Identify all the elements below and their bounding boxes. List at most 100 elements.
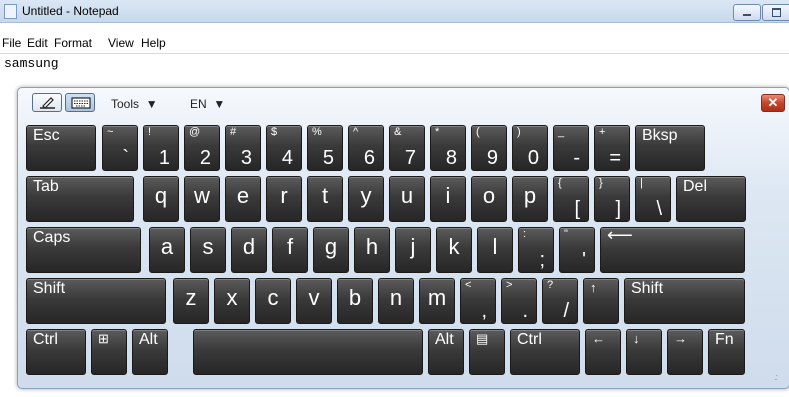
key-label: Tab xyxy=(33,178,59,195)
key-a[interactable]: a xyxy=(149,227,185,273)
key-d[interactable]: d xyxy=(231,227,267,273)
key-fn[interactable]: Fn xyxy=(708,329,745,375)
key-alt[interactable]: Alt xyxy=(428,329,464,375)
key-equals[interactable]: + = xyxy=(594,125,630,171)
key-period[interactable]: >. xyxy=(501,278,537,324)
key-windows[interactable]: ⊞ xyxy=(91,329,127,375)
key-ctrl[interactable]: Ctrl xyxy=(510,329,580,375)
key-l[interactable]: l xyxy=(477,227,513,273)
key-shift[interactable]: Shift xyxy=(624,278,745,324)
key-u[interactable]: u xyxy=(389,176,425,222)
key-comma[interactable]: <, xyxy=(460,278,496,324)
key-c[interactable]: c xyxy=(255,278,291,324)
key-letter: c xyxy=(267,285,279,310)
key-open-bracket[interactable]: {[ xyxy=(553,176,589,222)
key-arrow-down[interactable]: ↓ xyxy=(626,329,662,375)
key-h[interactable]: h xyxy=(354,227,390,273)
key-letter: z xyxy=(185,285,197,310)
key-minus[interactable]: _ - xyxy=(553,125,589,171)
key-2[interactable]: @2 xyxy=(184,125,220,171)
key-7[interactable]: & 7 xyxy=(389,125,425,171)
windows-icon: ⊞ xyxy=(98,331,109,346)
key-f[interactable]: f xyxy=(272,227,308,273)
key-arrow-left[interactable]: ← xyxy=(585,329,621,375)
menu-view[interactable]: View xyxy=(108,36,134,50)
key-j[interactable]: j xyxy=(395,227,431,273)
key-letter: r xyxy=(280,183,288,208)
key-arrow-right[interactable]: → xyxy=(667,329,703,375)
key-n[interactable]: n xyxy=(378,278,414,324)
key-main-symbol: 7 xyxy=(404,147,416,169)
key-3[interactable]: #3 xyxy=(225,125,261,171)
key-letter: h xyxy=(365,234,379,259)
key-tab[interactable]: Tab xyxy=(26,176,134,222)
key-label: Fn xyxy=(715,331,734,348)
chevron-down-icon: ▼ xyxy=(213,97,226,111)
key-s[interactable]: s xyxy=(190,227,226,273)
key-b[interactable]: b xyxy=(337,278,373,324)
key-backspace[interactable]: Bksp xyxy=(635,125,705,171)
key-t[interactable]: t xyxy=(307,176,343,222)
key-y[interactable]: y xyxy=(348,176,384,222)
key-x[interactable]: x xyxy=(214,278,250,324)
resize-grip-icon[interactable]: .: xyxy=(774,372,778,382)
key-alt[interactable]: Alt xyxy=(132,329,168,375)
key-shift-symbol: ( xyxy=(476,126,480,138)
key-m[interactable]: m xyxy=(419,278,455,324)
key-delete[interactable]: Del xyxy=(676,176,746,222)
key-ctrl[interactable]: Ctrl xyxy=(26,329,86,375)
key-w[interactable]: w xyxy=(184,176,220,222)
key-shift[interactable]: Shift xyxy=(26,278,166,324)
tools-menu[interactable]: Tools ▼ xyxy=(111,97,158,111)
key-label: Alt xyxy=(139,331,158,348)
key-z[interactable]: z xyxy=(173,278,209,324)
key-main-symbol: / xyxy=(563,300,569,322)
key-enter[interactable]: ⟵ xyxy=(600,227,745,273)
key-4[interactable]: $4 xyxy=(266,125,302,171)
key-esc[interactable]: Esc xyxy=(26,125,96,171)
key-i[interactable]: i xyxy=(430,176,466,222)
key-caps-lock[interactable]: Caps xyxy=(26,227,141,273)
key-label: Ctrl xyxy=(517,331,542,348)
key-8[interactable]: * 8 xyxy=(430,125,466,171)
menu-help[interactable]: Help xyxy=(141,36,166,50)
key-label: Shift xyxy=(631,280,664,297)
key-1[interactable]: ! 1 xyxy=(143,125,179,171)
key-p[interactable]: p xyxy=(512,176,548,222)
menu-file[interactable]: File xyxy=(2,36,21,50)
key-q[interactable]: q xyxy=(143,176,179,222)
menu-edit[interactable]: Edit xyxy=(27,36,48,50)
key-e[interactable]: e xyxy=(225,176,261,222)
key-space[interactable] xyxy=(193,329,423,375)
key-slash[interactable]: ? / xyxy=(542,278,578,324)
key-backslash[interactable]: | \ xyxy=(635,176,671,222)
keyboard-button[interactable] xyxy=(65,93,95,112)
key-5[interactable]: % 5 xyxy=(307,125,343,171)
menu-format[interactable]: Format xyxy=(54,36,92,50)
handwriting-button[interactable] xyxy=(32,93,62,112)
key-g[interactable]: g xyxy=(313,227,349,273)
key-v[interactable]: v xyxy=(296,278,332,324)
key-letter: o xyxy=(482,183,496,208)
key-shift-symbol: % xyxy=(312,126,322,138)
key-r[interactable]: r xyxy=(266,176,302,222)
key-close-bracket[interactable]: }] xyxy=(594,176,630,222)
key-quote[interactable]: " ' xyxy=(559,227,595,273)
key-context-menu[interactable]: ▤ xyxy=(469,329,505,375)
key-6[interactable]: ^ 6 xyxy=(348,125,384,171)
key-label: Shift xyxy=(33,280,66,297)
key-arrow-up[interactable]: ↑ xyxy=(583,278,619,324)
language-menu[interactable]: EN ▼ xyxy=(190,97,225,111)
maximize-button[interactable] xyxy=(762,4,789,21)
key-letter: p xyxy=(523,183,537,208)
key-k[interactable]: k xyxy=(436,227,472,273)
key-letter: y xyxy=(360,183,372,208)
key-main-symbol: 8 xyxy=(445,147,457,169)
close-keyboard-button[interactable]: ✕ xyxy=(761,94,785,112)
minimize-button[interactable] xyxy=(733,4,761,21)
key-semicolon[interactable]: :; xyxy=(518,227,554,273)
key-o[interactable]: o xyxy=(471,176,507,222)
key-backtick[interactable]: ~ ` xyxy=(102,125,138,171)
key-9[interactable]: (9 xyxy=(471,125,507,171)
key-0[interactable]: ) 0 xyxy=(512,125,548,171)
